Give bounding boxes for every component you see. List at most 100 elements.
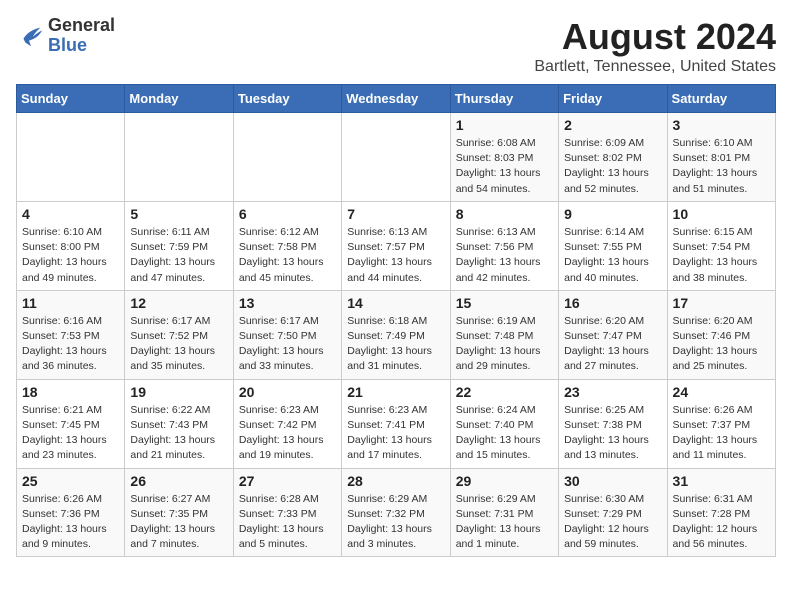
weekday-header-row: SundayMondayTuesdayWednesdayThursdayFrid… [17,85,776,113]
day-info: Sunrise: 6:13 AMSunset: 7:56 PMDaylight:… [456,225,553,286]
calendar-cell: 7 Sunrise: 6:13 AMSunset: 7:57 PMDaylight… [342,201,450,290]
weekday-header: Tuesday [233,85,341,113]
calendar-cell: 4Sunrise: 6:10 AMSunset: 8:00 PMDaylight… [17,201,125,290]
calendar-week-row: 25Sunrise: 6:26 AMSunset: 7:36 PMDayligh… [17,468,776,557]
day-info: Sunrise: 6:25 AMSunset: 7:38 PMDaylight:… [564,403,661,464]
calendar-week-row: 18 Sunrise: 6:21 AMSunset: 7:45 PMDayligh… [17,379,776,468]
day-info: Sunrise: 6:17 AMSunset: 7:52 PMDaylight:… [130,314,227,375]
day-number: 29 [456,473,553,489]
day-info: Sunrise: 6:20 AMSunset: 7:46 PMDaylight:… [673,314,770,375]
day-number: 9 [564,206,661,222]
day-info: Sunrise: 6:09 AMSunset: 8:02 PMDaylight:… [564,136,661,197]
calendar-cell: 24Sunrise: 6:26 AMSunset: 7:37 PMDayligh… [667,379,775,468]
calendar-cell: 21 Sunrise: 6:23 AMSunset: 7:41 PMDayligh… [342,379,450,468]
day-number: 2 [564,117,661,133]
day-number: 5 [130,206,227,222]
day-number: 7 [347,206,444,222]
calendar-table: SundayMondayTuesdayWednesdayThursdayFrid… [16,84,776,557]
calendar-cell [342,113,450,202]
calendar-cell: 1 Sunrise: 6:08 AMSunset: 8:03 PMDaylight… [450,113,558,202]
calendar-cell: 22Sunrise: 6:24 AMSunset: 7:40 PMDayligh… [450,379,558,468]
weekday-header: Wednesday [342,85,450,113]
calendar-cell: 28Sunrise: 6:29 AMSunset: 7:32 PMDayligh… [342,468,450,557]
day-number: 27 [239,473,336,489]
calendar-cell: 9 Sunrise: 6:14 AMSunset: 7:55 PMDaylight… [559,201,667,290]
day-number: 13 [239,295,336,311]
weekday-header: Sunday [17,85,125,113]
day-info: Sunrise: 6:17 AMSunset: 7:50 PMDaylight:… [239,314,336,375]
logo-bird-icon [16,22,44,50]
calendar-cell: 5Sunrise: 6:11 AMSunset: 7:59 PMDaylight… [125,201,233,290]
calendar-cell: 11 Sunrise: 6:16 AMSunset: 7:53 PMDayligh… [17,290,125,379]
calendar-cell: 19 Sunrise: 6:22 AMSunset: 7:43 PMDayligh… [125,379,233,468]
day-number: 18 [22,384,119,400]
calendar-week-row: 11 Sunrise: 6:16 AMSunset: 7:53 PMDayligh… [17,290,776,379]
calendar-cell: 13 Sunrise: 6:17 AMSunset: 7:50 PMDayligh… [233,290,341,379]
day-info: Sunrise: 6:12 AMSunset: 7:58 PMDaylight:… [239,225,336,286]
day-number: 15 [456,295,553,311]
day-info: Sunrise: 6:08 AMSunset: 8:03 PMDaylight:… [456,136,553,197]
calendar-week-row: 4Sunrise: 6:10 AMSunset: 8:00 PMDaylight… [17,201,776,290]
calendar-week-row: 1 Sunrise: 6:08 AMSunset: 8:03 PMDaylight… [17,113,776,202]
main-title: August 2024 [534,16,776,58]
logo-text: General Blue [48,16,115,56]
calendar-cell: 3 Sunrise: 6:10 AMSunset: 8:01 PMDaylight… [667,113,775,202]
day-number: 17 [673,295,770,311]
calendar-cell: 16 Sunrise: 6:20 AMSunset: 7:47 PMDayligh… [559,290,667,379]
day-number: 1 [456,117,553,133]
title-block: August 2024 Bartlett, Tennessee, United … [534,16,776,76]
day-number: 16 [564,295,661,311]
day-info: Sunrise: 6:18 AMSunset: 7:49 PMDaylight:… [347,314,444,375]
calendar-cell: 31 Sunrise: 6:31 AMSunset: 7:28 PMDayligh… [667,468,775,557]
logo: General Blue [16,16,115,56]
calendar-cell: 20Sunrise: 6:23 AMSunset: 7:42 PMDayligh… [233,379,341,468]
day-info: Sunrise: 6:15 AMSunset: 7:54 PMDaylight:… [673,225,770,286]
day-info: Sunrise: 6:13 AMSunset: 7:57 PMDaylight:… [347,225,444,286]
day-info: Sunrise: 6:16 AMSunset: 7:53 PMDaylight:… [22,314,119,375]
calendar-cell: 30 Sunrise: 6:30 AMSunset: 7:29 PMDayligh… [559,468,667,557]
day-number: 19 [130,384,227,400]
day-number: 22 [456,384,553,400]
day-info: Sunrise: 6:10 AMSunset: 8:01 PMDaylight:… [673,136,770,197]
day-info: Sunrise: 6:10 AMSunset: 8:00 PMDaylight:… [22,225,119,286]
day-number: 21 [347,384,444,400]
calendar-cell: 6Sunrise: 6:12 AMSunset: 7:58 PMDaylight… [233,201,341,290]
weekday-header: Monday [125,85,233,113]
calendar-cell [17,113,125,202]
calendar-cell: 26 Sunrise: 6:27 AMSunset: 7:35 PMDayligh… [125,468,233,557]
day-info: Sunrise: 6:30 AMSunset: 7:29 PMDaylight:… [564,492,661,553]
day-number: 24 [673,384,770,400]
calendar-cell: 23Sunrise: 6:25 AMSunset: 7:38 PMDayligh… [559,379,667,468]
day-info: Sunrise: 6:23 AMSunset: 7:41 PMDaylight:… [347,403,444,464]
day-info: Sunrise: 6:14 AMSunset: 7:55 PMDaylight:… [564,225,661,286]
day-info: Sunrise: 6:29 AMSunset: 7:32 PMDaylight:… [347,492,444,553]
day-info: Sunrise: 6:27 AMSunset: 7:35 PMDaylight:… [130,492,227,553]
page-header: General Blue August 2024 Bartlett, Tenne… [16,16,776,76]
day-info: Sunrise: 6:21 AMSunset: 7:45 PMDaylight:… [22,403,119,464]
day-info: Sunrise: 6:22 AMSunset: 7:43 PMDaylight:… [130,403,227,464]
calendar-cell: 12 Sunrise: 6:17 AMSunset: 7:52 PMDayligh… [125,290,233,379]
calendar-cell: 8 Sunrise: 6:13 AMSunset: 7:56 PMDaylight… [450,201,558,290]
day-number: 3 [673,117,770,133]
calendar-cell: 29 Sunrise: 6:29 AMSunset: 7:31 PMDayligh… [450,468,558,557]
subtitle: Bartlett, Tennessee, United States [534,58,776,76]
day-number: 10 [673,206,770,222]
day-info: Sunrise: 6:19 AMSunset: 7:48 PMDaylight:… [456,314,553,375]
calendar-cell: 14 Sunrise: 6:18 AMSunset: 7:49 PMDayligh… [342,290,450,379]
calendar-cell [233,113,341,202]
day-number: 30 [564,473,661,489]
day-info: Sunrise: 6:28 AMSunset: 7:33 PMDaylight:… [239,492,336,553]
calendar-cell: 17 Sunrise: 6:20 AMSunset: 7:46 PMDayligh… [667,290,775,379]
day-number: 8 [456,206,553,222]
day-info: Sunrise: 6:31 AMSunset: 7:28 PMDaylight:… [673,492,770,553]
day-info: Sunrise: 6:20 AMSunset: 7:47 PMDaylight:… [564,314,661,375]
day-info: Sunrise: 6:26 AMSunset: 7:36 PMDaylight:… [22,492,119,553]
day-number: 11 [22,295,119,311]
day-number: 31 [673,473,770,489]
day-number: 26 [130,473,227,489]
day-info: Sunrise: 6:29 AMSunset: 7:31 PMDaylight:… [456,492,553,553]
day-number: 12 [130,295,227,311]
day-number: 14 [347,295,444,311]
calendar-cell: 27 Sunrise: 6:28 AMSunset: 7:33 PMDayligh… [233,468,341,557]
calendar-cell: 25Sunrise: 6:26 AMSunset: 7:36 PMDayligh… [17,468,125,557]
